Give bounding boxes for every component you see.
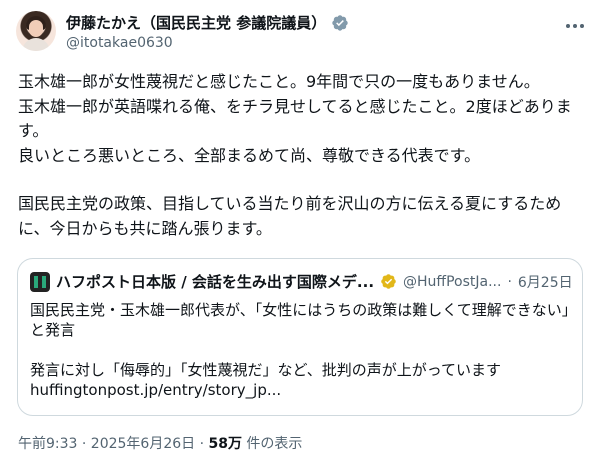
tweet-line: 玉木雄一郎が女性蔑視だと感じたこと。9年間で只の一度もありません。 xyxy=(18,72,540,91)
tweet-text: 玉木雄一郎が女性蔑視だと感じたこと。9年間で只の一度もありません。 玉木雄一郎が… xyxy=(18,70,588,241)
metadata-separator: · xyxy=(195,436,209,452)
views-label: 件の表示 xyxy=(241,436,303,452)
huffpost-logo-icon xyxy=(30,271,50,292)
quoted-source-handle[interactable]: @HuffPostJa... xyxy=(403,274,501,290)
verified-badge-icon xyxy=(332,14,348,31)
tweet-line: 玉木雄一郎が英語喋れる俺、をチラ見せしてると感じたこと。2度ほどあります。 xyxy=(18,96,572,141)
quoted-tweet-header: ハフポスト日本版 / 会話を生み出す国際メデ... @HuffPostJa...… xyxy=(30,271,573,292)
tweet-line: 国民民主党の政策、目指している当たり前を沢山の方に伝える夏にするために、今日から… xyxy=(18,194,562,238)
tweet-line: 良いところ悪いところ、全部まるめて尚、尊敬できる代表です。 xyxy=(18,145,481,165)
more-options-button[interactable] xyxy=(562,15,588,37)
avatar-face xyxy=(29,20,43,37)
quoted-link[interactable]: huffingtonpost.jp/entry/story_jp... xyxy=(30,380,570,400)
tweet-header: 伊藤たかえ（国民民主党 参議院議員） @itotakae0630 xyxy=(0,0,601,66)
more-dot-icon xyxy=(566,24,570,28)
quoted-line: 発言に対し「侮辱的」「女性蔑視だ」など、批判の声が上がっています xyxy=(30,361,502,379)
avatar-shoulders xyxy=(22,38,50,51)
author-display-name[interactable]: 伊藤たかえ（国民民主党 参議院議員） xyxy=(66,12,326,33)
tweet-timestamp[interactable]: 午前9:33 · 2025年6月26日 xyxy=(18,436,195,452)
gold-verified-badge-icon xyxy=(381,274,396,289)
tweet-metadata: 午前9:33 · 2025年6月26日 · 58万 件の表示 xyxy=(18,433,302,453)
quoted-line: 国民民主党・玉木雄一郎代表が、「女性にはうちの政策は難しくて理解できない」と発言 xyxy=(30,301,570,339)
views-count: 58万 xyxy=(208,436,242,452)
quoted-separator: · xyxy=(507,273,512,290)
more-dot-icon xyxy=(573,24,577,28)
author-handle[interactable]: @itotakae0630 xyxy=(66,35,173,51)
more-dot-icon xyxy=(580,24,584,28)
author-name-row: 伊藤たかえ（国民民主党 参議院議員） xyxy=(66,12,349,33)
quoted-tweet-card[interactable]: ハフポスト日本版 / 会話を生み出す国際メデ... @HuffPostJa...… xyxy=(17,258,583,416)
quoted-date[interactable]: 6月25日 xyxy=(518,272,573,292)
quoted-source-name[interactable]: ハフポスト日本版 / 会話を生み出す国際メデ... xyxy=(56,271,374,292)
quoted-tweet-text: 国民民主党・玉木雄一郎代表が、「女性にはうちの政策は難しくて理解できない」と発言… xyxy=(30,300,570,400)
author-avatar[interactable] xyxy=(16,11,56,51)
